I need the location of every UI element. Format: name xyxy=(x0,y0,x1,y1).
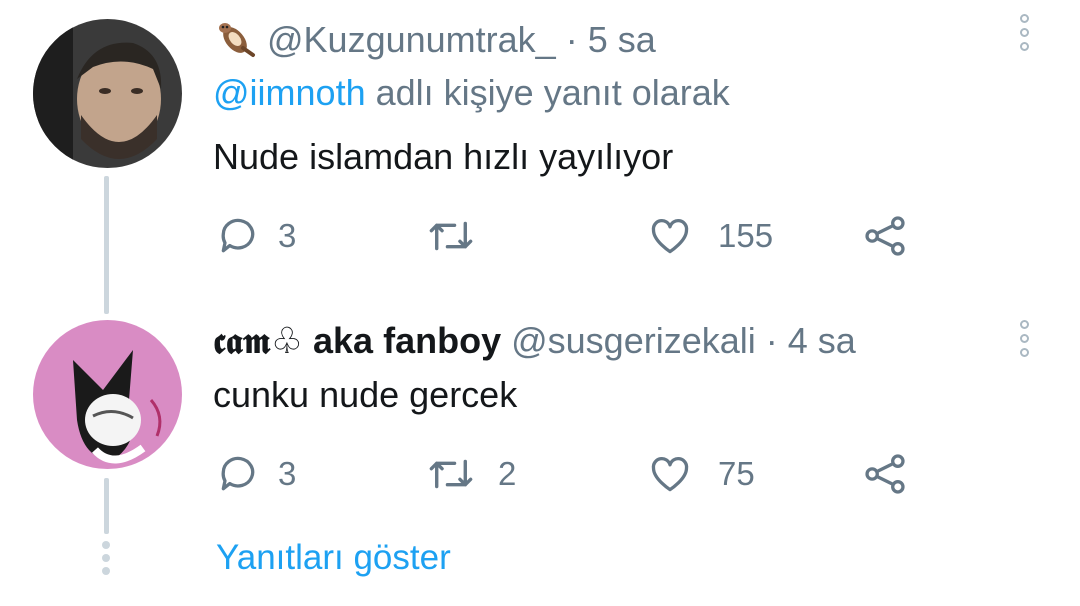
tweet1-share-button[interactable] xyxy=(862,214,908,258)
thread-line xyxy=(104,176,109,314)
thread-line xyxy=(104,478,109,534)
tweet1-header: @Kuzgunumtrak_ · 5 sa xyxy=(213,18,656,67)
more-dot xyxy=(1019,334,1029,343)
tweet2-text: cunku nude gercek xyxy=(213,374,518,415)
tweet2-share-button[interactable] xyxy=(862,452,908,496)
tweet2-retweet-button[interactable]: 2 xyxy=(426,452,516,496)
tweet1-reply-context: @iimnoth adlı kişiye yanıt olarak xyxy=(213,72,730,114)
tweet2-like-button[interactable]: 75 xyxy=(648,452,755,496)
more-dot xyxy=(1019,14,1029,23)
thread-dot xyxy=(102,567,110,575)
tweet1-handle[interactable]: @Kuzgunumtrak_ xyxy=(267,19,556,60)
tweet1-retweet-button[interactable] xyxy=(426,214,494,258)
show-replies-link[interactable]: Yanıtları göster xyxy=(216,538,451,578)
retweet-icon xyxy=(429,221,473,251)
share-icon xyxy=(865,216,905,256)
otter-icon xyxy=(213,18,257,67)
tweet1-text: Nude islamdan hızlı yayılıyor xyxy=(213,136,674,177)
reply-icon xyxy=(221,218,255,253)
more-dot xyxy=(1019,28,1029,37)
thread-dot xyxy=(102,541,110,549)
avatar-susgerizekali[interactable] xyxy=(33,320,182,469)
tweet2-time[interactable]: 4 sa xyxy=(788,320,856,361)
separator: · xyxy=(765,320,778,361)
more-dot xyxy=(1019,348,1029,357)
tweet1-like-count: 155 xyxy=(718,217,774,254)
tweet2-display-name[interactable]: 𝖈𝖆𝖒♧ aka fanboy xyxy=(213,320,501,361)
heart-icon xyxy=(651,456,689,492)
tweet1-reply-count: 3 xyxy=(278,217,297,254)
reply-to-handle-link[interactable]: @iimnoth xyxy=(213,72,366,113)
separator: · xyxy=(565,19,578,60)
tweet2-reply-count: 3 xyxy=(278,455,297,492)
tweet2-like-count: 75 xyxy=(718,455,755,492)
tweet1-reply-button[interactable]: 3 xyxy=(216,214,296,258)
more-dot xyxy=(1019,320,1029,329)
heart-icon xyxy=(651,218,689,254)
reply-to-suffix: adlı kişiye yanıt olarak xyxy=(375,72,730,113)
more-dot xyxy=(1019,42,1029,51)
thread-dot xyxy=(102,554,110,562)
tweet1-more-menu[interactable] xyxy=(1017,14,1031,51)
tweet2-reply-button[interactable]: 3 xyxy=(216,452,296,496)
tweet1-time[interactable]: 5 sa xyxy=(588,19,656,60)
avatar-kuzgunumtrak[interactable] xyxy=(33,19,182,168)
reply-icon xyxy=(221,456,255,491)
tweet1-like-button[interactable]: 155 xyxy=(648,214,773,258)
tweet2-retweet-count: 2 xyxy=(498,455,517,492)
tweet2-more-menu[interactable] xyxy=(1017,320,1031,357)
tweet2-header: 𝖈𝖆𝖒♧ aka fanboy @susgerizekali · 4 sa xyxy=(213,320,856,362)
tweet2-handle[interactable]: @susgerizekali xyxy=(511,320,756,361)
retweet-icon xyxy=(429,459,473,489)
share-icon xyxy=(865,454,905,494)
